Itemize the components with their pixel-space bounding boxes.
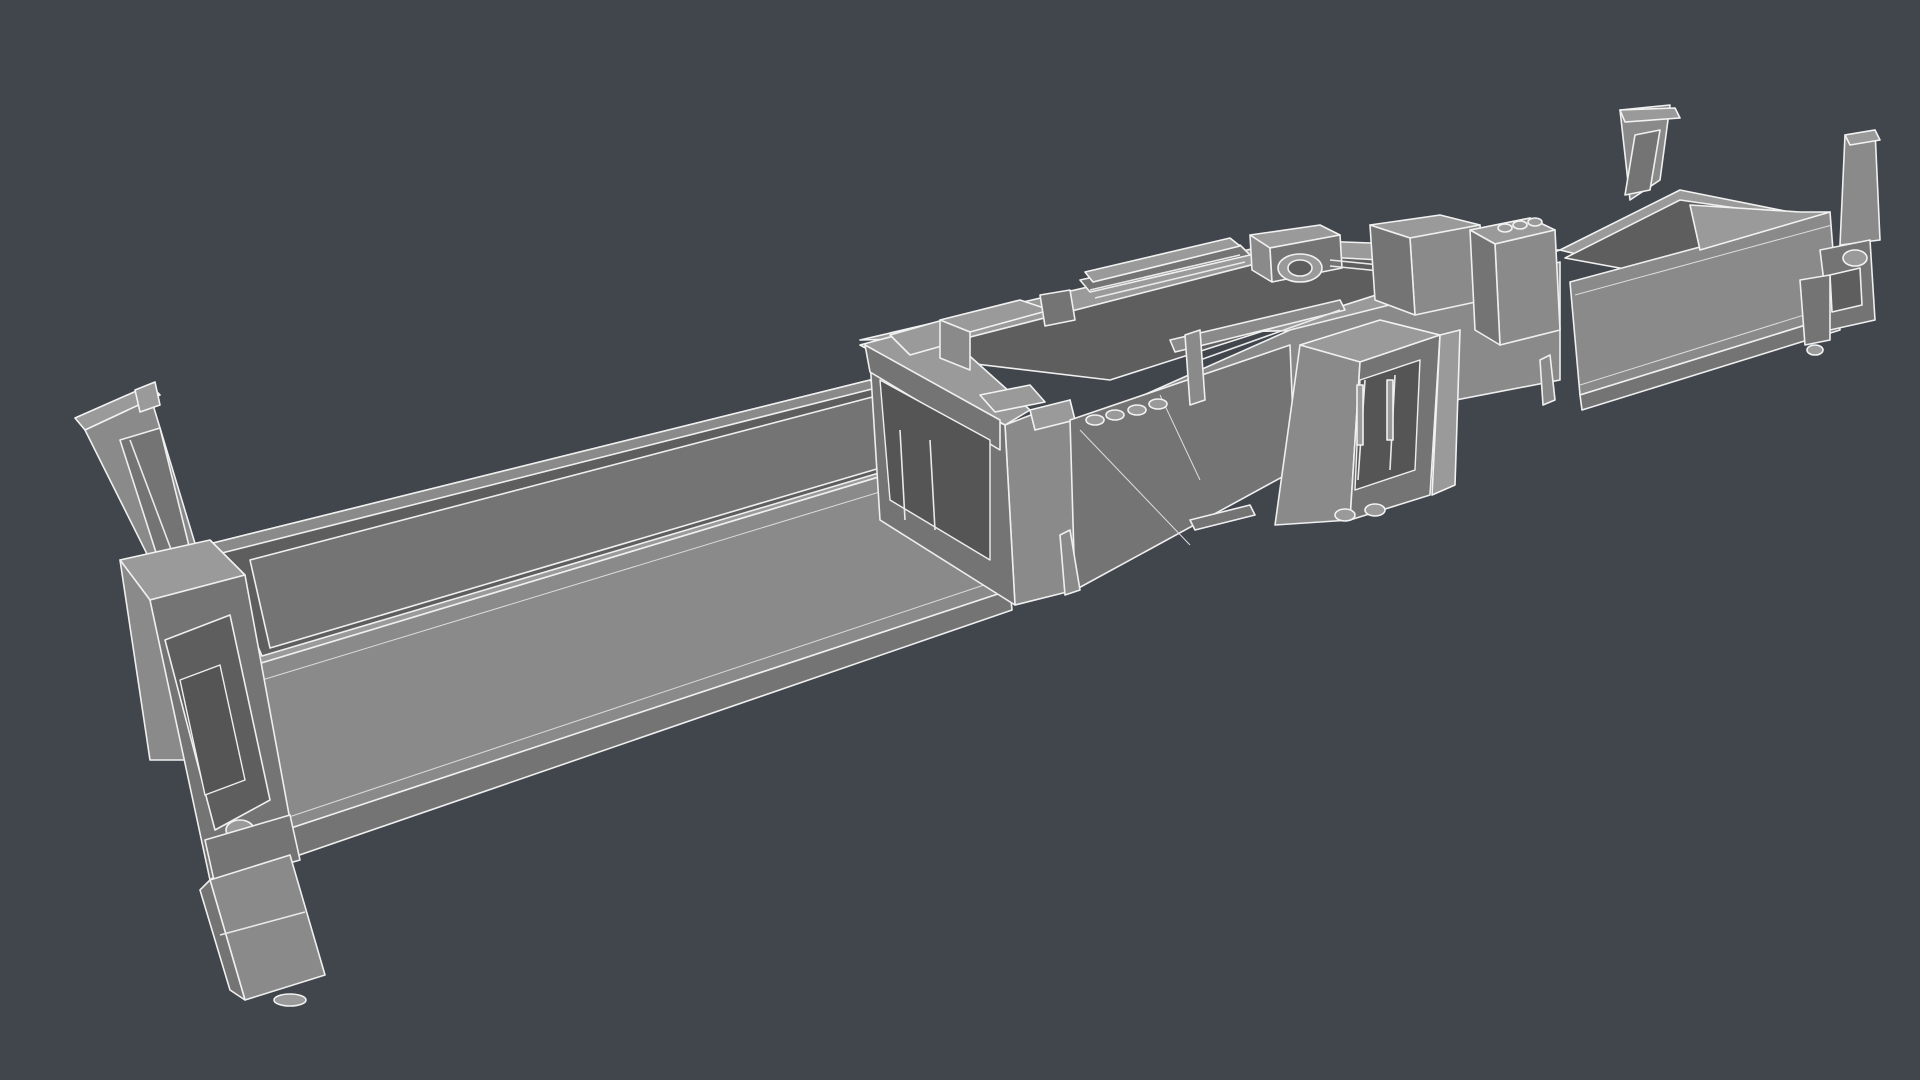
spreader-model (74, 104, 1881, 1007)
right-main-beam (1559, 189, 1841, 411)
carriage-block (1274, 319, 1461, 526)
render-viewport (0, 0, 1920, 1080)
